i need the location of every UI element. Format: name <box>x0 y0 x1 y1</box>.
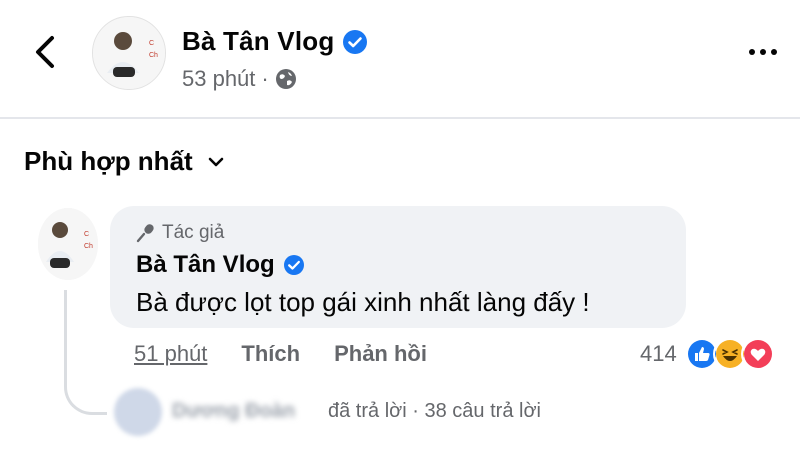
comment-text: Bà được lọt top gái xinh nhất làng đấy ! <box>136 287 590 317</box>
comment-sort-dropdown[interactable]: Phù hợp nhất <box>24 146 227 177</box>
microphone-icon <box>136 224 154 243</box>
comment-time-link[interactable]: 51 phút <box>134 341 207 367</box>
comment-author[interactable]: Bà Tân Vlog <box>136 251 305 279</box>
reply-button[interactable]: Phản hồi <box>334 341 427 367</box>
thread-connector-line <box>64 290 107 415</box>
more-dots-icon <box>771 49 777 55</box>
back-button[interactable] <box>28 30 62 74</box>
verified-badge-icon <box>283 255 304 275</box>
reply-separator: · <box>412 400 419 422</box>
chevron-down-icon <box>208 157 223 166</box>
verified-badge-icon <box>343 29 368 54</box>
reaction-icons <box>684 337 775 371</box>
globe-icon <box>275 69 296 89</box>
comment-author-avatar[interactable]: C Ch <box>38 208 98 280</box>
page-name-text[interactable]: Bà Tân Vlog <box>182 26 334 57</box>
reply-action-text: đã trả lời <box>328 400 407 422</box>
page-avatar[interactable]: C Ch <box>92 16 166 90</box>
more-dots-icon <box>760 49 766 55</box>
avatar-image: C Ch <box>93 17 165 89</box>
more-dots-icon <box>749 49 755 55</box>
post-time[interactable]: 53 phút <box>182 66 255 92</box>
reply-count-text: 38 câu trả lời <box>424 400 542 422</box>
chevron-left-icon <box>36 36 54 68</box>
love-reaction-icon <box>740 337 775 371</box>
page-name[interactable]: Bà Tân Vlog <box>182 26 368 57</box>
reply-author-avatar[interactable] <box>114 388 162 436</box>
comment-actions: 51 phút Thích Phản hồi <box>134 341 427 367</box>
sort-label: Phù hợp nhất <box>24 146 193 176</box>
like-button[interactable]: Thích <box>241 341 300 367</box>
svg-text:C: C <box>84 231 89 238</box>
author-badge: Tác giả <box>136 222 224 244</box>
svg-text:Ch: Ch <box>84 243 93 250</box>
reaction-count: 414 <box>640 341 677 366</box>
reply-author-name[interactable]: Dương Đoàn <box>172 400 295 423</box>
svg-text:Ch: Ch <box>149 52 158 59</box>
author-badge-label: Tác giả <box>162 222 225 243</box>
more-options-button[interactable] <box>746 40 780 64</box>
comment-author-name[interactable]: Bà Tân Vlog <box>136 251 275 279</box>
svg-text:C: C <box>149 40 154 47</box>
view-replies-link[interactable]: đã trả lời · 38 câu trả lời <box>328 400 541 423</box>
reactions-summary[interactable]: 414 <box>640 337 775 371</box>
post-meta: 53 phút · <box>182 66 297 92</box>
meta-separator: · <box>261 66 269 91</box>
header-divider <box>0 117 800 119</box>
avatar-image: C Ch <box>38 208 98 280</box>
